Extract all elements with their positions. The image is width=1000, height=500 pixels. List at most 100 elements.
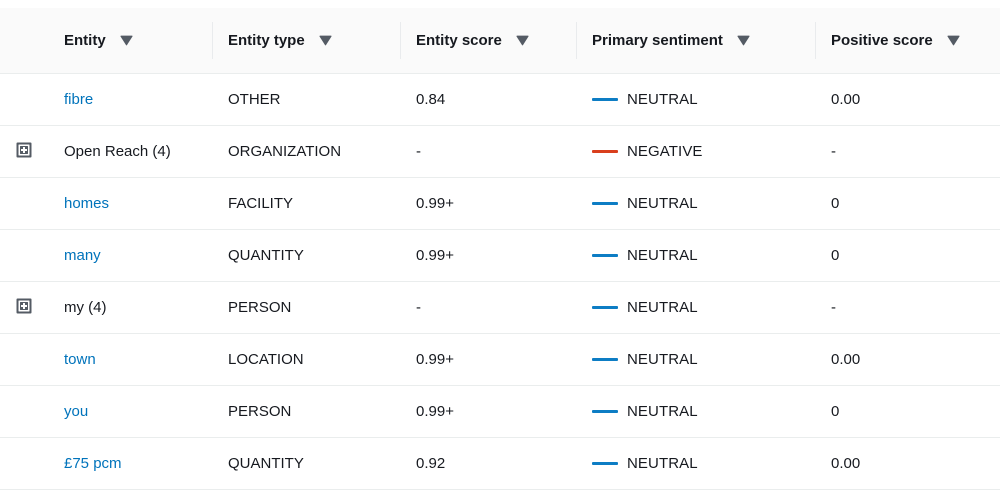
table-row[interactable]: fibre OTHER 0.84 NEUTRAL 0.00 (0, 73, 1000, 126)
sort-descending-icon[interactable] (319, 35, 332, 46)
table-row[interactable]: homes FACILITY 0.99+ NEUTRAL 0 (0, 177, 1000, 230)
sentiment-color-swatch (592, 150, 618, 153)
column-header-entity[interactable]: Entity (48, 8, 212, 74)
cell-entity-type: ORGANIZATION (212, 125, 400, 178)
table-row[interactable]: my (4) PERSON - NEUTRAL - (0, 281, 1000, 334)
cell-expand-toggle (0, 385, 48, 438)
cell-entity-type: PERSON (212, 385, 400, 438)
cell-positive-score: - (815, 281, 1000, 334)
expand-plus-icon[interactable] (16, 142, 32, 158)
cell-entity[interactable]: you (48, 385, 212, 438)
entity-name[interactable]: many (64, 247, 101, 264)
entity-name[interactable]: fibre (64, 91, 93, 108)
expand-plus-icon[interactable] (16, 298, 32, 314)
positive-score-value: 0.00 (831, 455, 861, 472)
table-row[interactable]: you PERSON 0.99+ NEUTRAL 0 (0, 385, 1000, 438)
sentiment-color-swatch (592, 254, 618, 257)
cell-positive-score: 0.00 (815, 73, 1000, 126)
cell-positive-score: 0.00 (815, 333, 1000, 386)
entity-score-value: 0.84 (416, 91, 446, 108)
table-header-row: Entity Entity type Entity score Primary … (0, 8, 1000, 74)
entity-score-value: 0.99+ (416, 403, 454, 420)
cell-entity[interactable]: many (48, 229, 212, 282)
table-header: Entity Entity type Entity score Primary … (0, 8, 1000, 74)
entity-name: my (4) (64, 299, 107, 316)
cell-entity: Open Reach (4) (48, 125, 212, 178)
entity-score-value: - (416, 299, 421, 316)
sentiment-label: NEUTRAL (627, 91, 698, 108)
entity-type-value: ORGANIZATION (228, 143, 342, 160)
entity-sentiment-table-panel: Entity Entity type Entity score Primary … (0, 0, 1000, 500)
cell-entity-type: LOCATION (212, 333, 400, 386)
cell-positive-score: 0 (815, 177, 1000, 230)
cell-primary-sentiment: NEUTRAL (576, 333, 815, 386)
sentiment-color-swatch (592, 98, 618, 101)
cell-entity: my (4) (48, 281, 212, 334)
entity-sentiment-table: Entity Entity type Entity score Primary … (0, 8, 1000, 490)
sort-descending-icon[interactable] (737, 35, 750, 46)
table-row[interactable]: Open Reach (4) ORGANIZATION - NEGATIVE - (0, 125, 1000, 178)
entity-type-value: QUANTITY (228, 247, 304, 264)
sort-descending-icon[interactable] (516, 35, 529, 46)
column-header-primary-sentiment[interactable]: Primary sentiment (576, 8, 815, 74)
cell-entity-score: - (400, 125, 576, 178)
entity-name[interactable]: town (64, 351, 96, 368)
cell-primary-sentiment: NEUTRAL (576, 281, 815, 334)
entity-score-value: 0.99+ (416, 351, 454, 368)
sentiment-label: NEUTRAL (627, 247, 698, 264)
cell-entity-type: OTHER (212, 73, 400, 126)
entity-name[interactable]: you (64, 403, 88, 420)
entity-type-value: PERSON (228, 299, 292, 316)
entity-name: Open Reach (4) (64, 143, 171, 160)
entity-score-value: 0.92 (416, 455, 446, 472)
cell-expand-toggle[interactable] (0, 281, 48, 334)
entity-score-value: 0.99+ (416, 195, 454, 212)
positive-score-value: 0.00 (831, 351, 861, 368)
cell-positive-score: 0 (815, 385, 1000, 438)
column-header-expand (0, 8, 48, 74)
sort-descending-icon[interactable] (120, 35, 133, 46)
table-body: fibre OTHER 0.84 NEUTRAL 0.00 Open Reach… (0, 73, 1000, 490)
sentiment-indicator: NEUTRAL (592, 351, 799, 368)
cell-primary-sentiment: NEGATIVE (576, 125, 815, 178)
cell-entity[interactable]: town (48, 333, 212, 386)
table-row[interactable]: £75 pcm QUANTITY 0.92 NEUTRAL 0.00 (0, 437, 1000, 490)
sentiment-label: NEUTRAL (627, 351, 698, 368)
cell-entity[interactable]: homes (48, 177, 212, 230)
table-row[interactable]: many QUANTITY 0.99+ NEUTRAL 0 (0, 229, 1000, 282)
cell-expand-toggle (0, 229, 48, 282)
panel-top-gutter (0, 0, 1000, 8)
cell-entity-score: 0.99+ (400, 333, 576, 386)
sentiment-label: NEUTRAL (627, 403, 698, 420)
column-header-entity-score-label: Entity score (416, 32, 502, 49)
cell-expand-toggle[interactable] (0, 125, 48, 178)
column-header-entity-score[interactable]: Entity score (400, 8, 576, 74)
sentiment-indicator: NEUTRAL (592, 455, 799, 472)
column-header-positive-score[interactable]: Positive score (815, 8, 1000, 74)
sentiment-indicator: NEUTRAL (592, 403, 799, 420)
cell-entity[interactable]: £75 pcm (48, 437, 212, 490)
sentiment-color-swatch (592, 202, 618, 205)
entity-name[interactable]: £75 pcm (64, 455, 122, 472)
cell-expand-toggle (0, 437, 48, 490)
entity-name[interactable]: homes (64, 195, 109, 212)
cell-entity-score: 0.92 (400, 437, 576, 490)
entity-type-value: PERSON (228, 403, 292, 420)
sentiment-label: NEUTRAL (627, 195, 698, 212)
cell-primary-sentiment: NEUTRAL (576, 437, 815, 490)
cell-positive-score: - (815, 125, 1000, 178)
cell-entity[interactable]: fibre (48, 73, 212, 126)
positive-score-value: - (831, 143, 836, 160)
cell-primary-sentiment: NEUTRAL (576, 385, 815, 438)
cell-entity-score: - (400, 281, 576, 334)
cell-expand-toggle (0, 73, 48, 126)
sort-descending-icon[interactable] (947, 35, 960, 46)
cell-entity-type: PERSON (212, 281, 400, 334)
cell-entity-score: 0.99+ (400, 229, 576, 282)
table-row[interactable]: town LOCATION 0.99+ NEUTRAL 0.00 (0, 333, 1000, 386)
column-header-entity-type[interactable]: Entity type (212, 8, 400, 74)
cell-positive-score: 0 (815, 229, 1000, 282)
cell-entity-score: 0.99+ (400, 385, 576, 438)
entity-type-value: QUANTITY (228, 455, 304, 472)
sentiment-color-swatch (592, 462, 618, 465)
